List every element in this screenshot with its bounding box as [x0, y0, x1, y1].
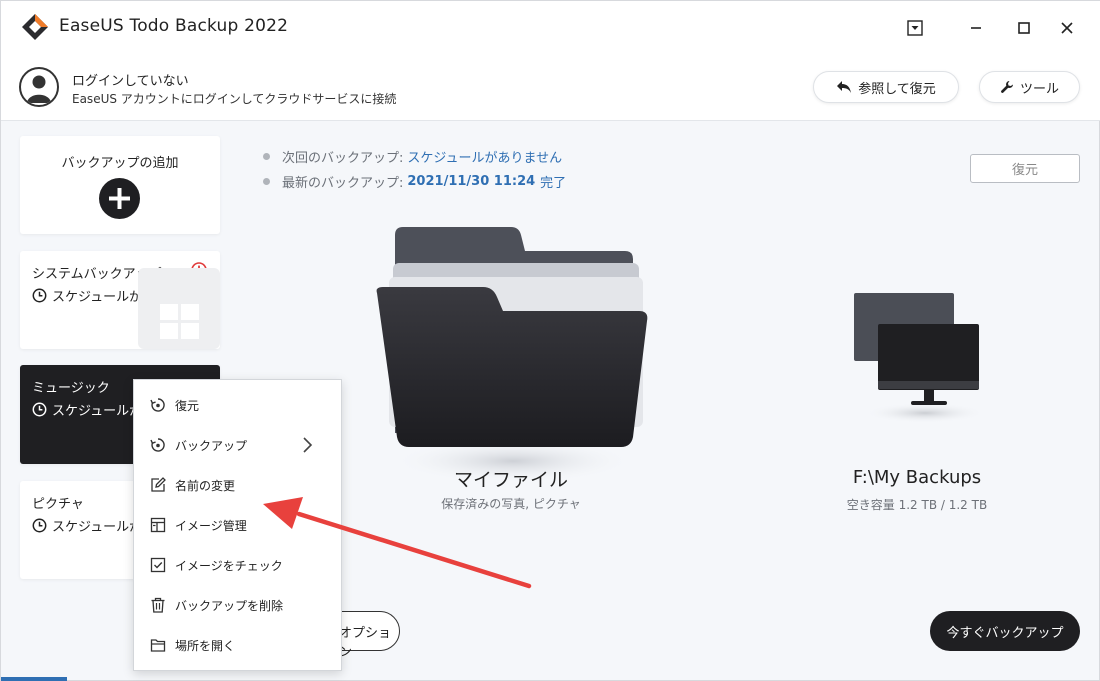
- app-title: EaseUS Todo Backup 2022: [59, 16, 289, 36]
- latest-backup-info: 最新のバックアップ: 2021/11/30 11:24 完了: [263, 172, 566, 191]
- back-arrow-icon: [837, 81, 852, 93]
- maximize-icon: [1018, 22, 1030, 34]
- source-subtitle: 保存済みの写真, ピクチャ: [441, 497, 581, 511]
- restore-button[interactable]: 復元: [970, 154, 1080, 183]
- user-icon: [27, 75, 51, 103]
- system-backup-card[interactable]: システムバックアップ スケジュールがありません: [20, 251, 220, 349]
- minimize-button[interactable]: [963, 15, 989, 41]
- tools-button[interactable]: ツール: [979, 71, 1080, 103]
- bullet-dot: [263, 178, 270, 185]
- dropdown-menu-button[interactable]: [902, 15, 928, 41]
- clock-icon: [32, 402, 47, 417]
- login-status[interactable]: ログインしていない: [72, 70, 189, 89]
- card-title: ミュージック: [32, 381, 110, 396]
- next-backup-value[interactable]: スケジュールがありません: [407, 147, 562, 166]
- backup-icon: [150, 438, 165, 452]
- restore-icon: [150, 398, 165, 412]
- login-description: EaseUS アカウントにログインしてクラウドサービスに接続: [72, 92, 397, 106]
- menu-item-label: イメージをチェック: [175, 559, 283, 573]
- app-window: EaseUS Todo Backup 2022 ログインしていない EaseUS…: [0, 0, 1100, 681]
- dropdown-icon: [907, 20, 923, 36]
- menu-item-image-manage[interactable]: イメージ管理: [134, 508, 341, 542]
- menu-item-label: 場所を開く: [175, 639, 236, 653]
- backup-now-label: 今すぐバックアップ: [946, 625, 1064, 641]
- add-icon: [99, 178, 140, 219]
- maximize-button[interactable]: [1011, 15, 1037, 41]
- next-backup-info: 次回のバックアップ: スケジュールがありません: [263, 147, 562, 166]
- latest-backup-status: 完了: [540, 176, 567, 191]
- wrench-icon: [1001, 81, 1013, 93]
- computer-icon[interactable]: [843, 285, 993, 435]
- next-backup-label: 次回のバックアップ:: [282, 151, 404, 166]
- bullet-dot: [263, 153, 270, 160]
- source-title: マイファイル: [453, 469, 568, 491]
- latest-backup-value: 2021/11/30 11:24: [407, 174, 536, 189]
- menu-item-restore[interactable]: 復元: [134, 388, 341, 422]
- image-manage-icon: [150, 517, 166, 533]
- tools-label: ツール: [1019, 81, 1059, 97]
- add-backup-label: バックアップの追加: [61, 156, 179, 171]
- latest-backup-label: 最新のバックアップ:: [282, 176, 404, 191]
- menu-item-label: バックアップ: [175, 439, 248, 453]
- menu-item-delete-backup[interactable]: バックアップを削除: [134, 588, 341, 622]
- menu-item-label: 名前の変更: [175, 479, 236, 493]
- minimize-icon: [971, 27, 981, 29]
- browse-restore-button[interactable]: 参照して復元: [813, 71, 959, 103]
- destination-subtitle: 空き容量 1.2 TB / 1.2 TB: [846, 498, 988, 512]
- rename-icon: [151, 477, 166, 492]
- close-icon: [1061, 22, 1073, 34]
- add-backup-card[interactable]: バックアップの追加: [20, 136, 220, 234]
- card-title: ピクチャ: [32, 497, 84, 512]
- folder-icon[interactable]: [363, 223, 663, 493]
- account-bar: ログインしていない EaseUS アカウントにログインしてクラウドサービスに接続…: [1, 55, 1100, 121]
- delete-icon: [151, 597, 165, 613]
- menu-item-open-location[interactable]: 場所を開く: [134, 628, 341, 662]
- menu-item-backup[interactable]: バックアップ: [134, 428, 341, 462]
- options-label: オプション: [339, 626, 392, 660]
- menu-item-check-image[interactable]: イメージをチェック: [134, 548, 341, 582]
- close-button[interactable]: [1054, 15, 1080, 41]
- clock-icon: [32, 518, 47, 533]
- folder-icon: [150, 639, 166, 652]
- menu-item-rename[interactable]: 名前の変更: [134, 468, 341, 502]
- bottom-accent-bar: [1, 677, 67, 681]
- avatar[interactable]: [19, 67, 59, 107]
- chevron-right-icon: [303, 437, 313, 453]
- windows-watermark-icon: [138, 268, 220, 349]
- context-menu: 復元 バックアップ 名前の変更 イメージ管理 イメージをチェック バックアップを…: [133, 379, 342, 671]
- menu-item-label: イメージ管理: [175, 519, 247, 533]
- browse-restore-label: 参照して復元: [858, 81, 936, 97]
- backup-now-button[interactable]: 今すぐバックアップ: [930, 611, 1080, 651]
- check-icon: [150, 557, 166, 573]
- restore-label: 復元: [1011, 163, 1038, 178]
- clock-icon: [32, 288, 47, 303]
- destination-title: F:\My Backups: [852, 467, 982, 488]
- menu-item-label: バックアップを削除: [175, 599, 284, 613]
- app-logo-icon: [22, 14, 48, 40]
- title-bar: EaseUS Todo Backup 2022: [1, 1, 1100, 55]
- menu-item-label: 復元: [175, 399, 200, 413]
